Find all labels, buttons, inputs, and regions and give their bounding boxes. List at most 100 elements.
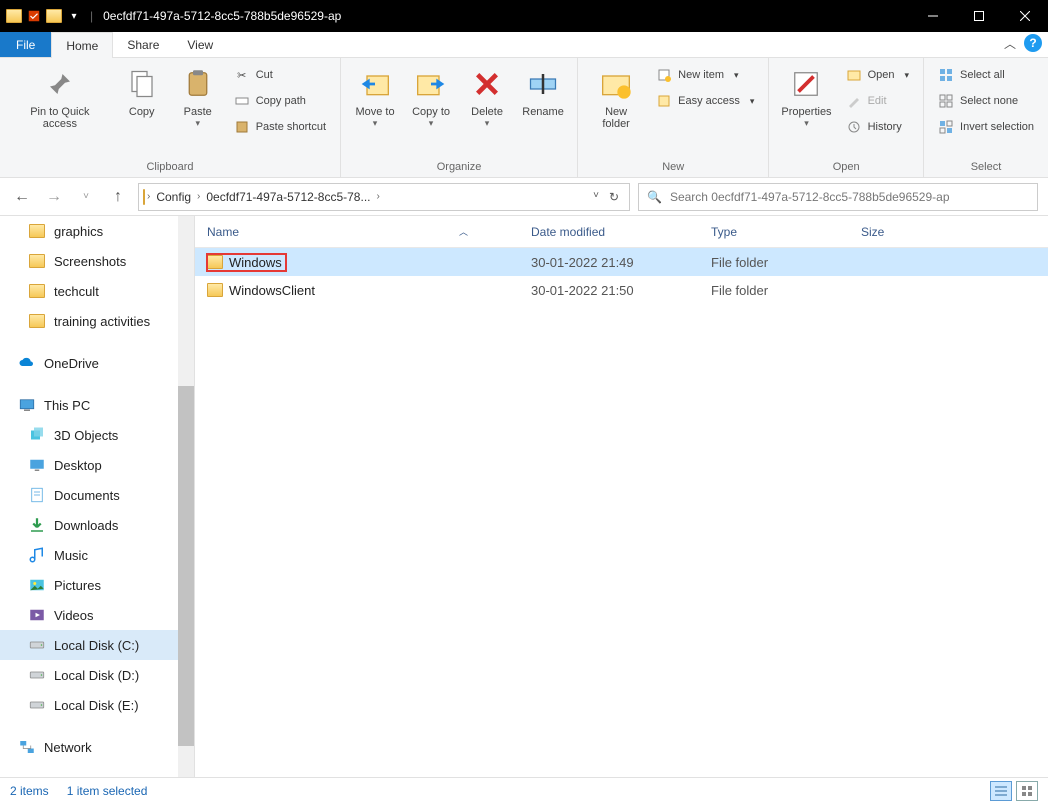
forward-button[interactable]: → [42, 185, 66, 209]
minimize-button[interactable] [910, 0, 956, 32]
breadcrumb[interactable]: › Config › 0ecfdf71-497a-5712-8cc5-78...… [138, 183, 630, 211]
group-label-organize: Organize [347, 159, 571, 175]
sidebar-item-desktop[interactable]: Desktop [0, 450, 194, 480]
cell-name[interactable]: Windows [195, 254, 519, 271]
sidebar-item-local-disk-c-[interactable]: Local Disk (C:) [0, 630, 194, 660]
new-item-icon [656, 67, 672, 83]
folder-icon [28, 222, 46, 240]
properties-button[interactable]: Properties▾ [775, 62, 837, 133]
recent-dropdown[interactable]: ˅ [74, 185, 98, 209]
pictures-icon [28, 576, 46, 594]
group-label-new: New [584, 159, 762, 175]
refresh-icon[interactable]: ↻ [609, 190, 619, 204]
sidebar-item-downloads[interactable]: Downloads [0, 510, 194, 540]
ribbon-group-clipboard: Pin to Quick access Copy Paste ▾ ✂Cut Co… [0, 58, 341, 177]
sidebar-scrollbar[interactable] [178, 216, 194, 777]
rename-button[interactable]: Rename [515, 62, 571, 122]
copy-to-button[interactable]: Copy to▾ [403, 62, 459, 133]
tab-file[interactable]: File [0, 32, 51, 57]
column-header-date[interactable]: Date modified [519, 216, 699, 247]
paste-button[interactable]: Paste ▾ [170, 62, 226, 133]
table-row[interactable]: WindowsClient30-01-2022 21:50File folder [195, 276, 1048, 304]
copy-to-icon [413, 66, 449, 102]
sidebar-item-local-disk-d-[interactable]: Local Disk (D:) [0, 660, 194, 690]
select-none-button[interactable]: Select none [934, 90, 1038, 112]
column-header-type[interactable]: Type [699, 216, 849, 247]
address-dropdown-icon[interactable]: ˅ [593, 190, 599, 204]
sidebar-item-onedrive[interactable]: OneDrive [0, 348, 194, 378]
delete-button[interactable]: Delete▾ [459, 62, 515, 133]
chevron-right-icon[interactable]: › [195, 191, 202, 202]
copy-button[interactable]: Copy [114, 62, 170, 122]
dropdown-icon[interactable]: ▾ [66, 8, 82, 24]
sidebar-item-this-pc[interactable]: This PC [0, 390, 194, 420]
path-icon [234, 93, 250, 109]
select-all-icon [938, 67, 954, 83]
tab-home[interactable]: Home [51, 32, 113, 58]
sidebar-item-documents[interactable]: Documents [0, 480, 194, 510]
large-icons-view-button[interactable] [1016, 781, 1038, 801]
new-item-button[interactable]: New item▾ [652, 64, 758, 86]
column-headers[interactable]: Name︿ Date modified Type Size [195, 216, 1048, 248]
this-pc-icon [18, 396, 36, 414]
sidebar-item-videos[interactable]: Videos [0, 600, 194, 630]
breadcrumb-seg-config[interactable]: Config [152, 190, 195, 204]
cell-date: 30-01-2022 21:50 [519, 283, 699, 298]
sidebar-item-local-disk-e-[interactable]: Local Disk (E:) [0, 690, 194, 720]
sidebar-item-techcult[interactable]: techcult [0, 276, 194, 306]
sidebar-item-network[interactable]: Network [0, 732, 194, 762]
back-button[interactable]: ← [10, 185, 34, 209]
tab-view[interactable]: View [173, 32, 227, 57]
folder-icon [207, 283, 223, 297]
ribbon-group-organize: Move to▾ Copy to▾ Delete▾ Rename Organiz… [341, 58, 578, 177]
history-button[interactable]: History [842, 116, 913, 138]
ribbon: Pin to Quick access Copy Paste ▾ ✂Cut Co… [0, 58, 1048, 178]
column-header-name[interactable]: Name︿ [195, 216, 519, 247]
column-header-size[interactable]: Size [849, 216, 969, 247]
sidebar-item-screenshots[interactable]: Screenshots [0, 246, 194, 276]
open-button[interactable]: Open▾ [842, 64, 913, 86]
select-all-button[interactable]: Select all [934, 64, 1038, 86]
sidebar-item-graphics[interactable]: graphics [0, 216, 194, 246]
move-to-button[interactable]: Move to▾ [347, 62, 403, 133]
chevron-right-icon[interactable]: › [374, 191, 381, 202]
close-button[interactable] [1002, 0, 1048, 32]
collapse-ribbon-icon[interactable]: ︿ [1004, 35, 1016, 52]
status-selected-count: 1 item selected [67, 784, 148, 798]
sidebar-item-music[interactable]: Music [0, 540, 194, 570]
folder-icon [207, 255, 223, 269]
folder-icon [28, 312, 46, 330]
copy-path-button[interactable]: Copy path [230, 90, 330, 112]
cell-name[interactable]: WindowsClient [195, 283, 519, 298]
navigation-pane[interactable]: graphicsScreenshotstechculttraining acti… [0, 216, 195, 777]
tab-share[interactable]: Share [113, 32, 173, 57]
sidebar-item-pictures[interactable]: Pictures [0, 570, 194, 600]
ribbon-group-open: Properties▾ Open▾ Edit History Open [769, 58, 924, 177]
save-icon[interactable] [26, 8, 42, 24]
copy-label: Copy [129, 106, 155, 118]
sidebar-item-training-activities[interactable]: training activities [0, 306, 194, 336]
chevron-right-icon[interactable]: › [145, 191, 152, 202]
maximize-button[interactable] [956, 0, 1002, 32]
new-folder-icon [598, 66, 634, 102]
invert-selection-button[interactable]: Invert selection [934, 116, 1038, 138]
up-button[interactable]: ↑ [106, 185, 130, 209]
disk-icon [28, 636, 46, 654]
move-icon [357, 66, 393, 102]
copy-icon [124, 66, 160, 102]
sidebar-item-3d-objects[interactable]: 3D Objects [0, 420, 194, 450]
edit-button[interactable]: Edit [842, 90, 913, 112]
search-input[interactable]: 🔍 Search 0ecfdf71-497a-5712-8cc5-788b5de… [638, 183, 1038, 211]
open-icon [846, 67, 862, 83]
paste-shortcut-button[interactable]: Paste shortcut [230, 116, 330, 138]
table-row[interactable]: Windows30-01-2022 21:49File folder [195, 248, 1048, 276]
new-folder-button[interactable]: New folder [584, 62, 648, 134]
shortcut-icon [234, 119, 250, 135]
details-view-button[interactable] [990, 781, 1012, 801]
easy-access-button[interactable]: Easy access▾ [652, 90, 758, 112]
cut-button[interactable]: ✂Cut [230, 64, 330, 86]
main-area: graphicsScreenshotstechculttraining acti… [0, 216, 1048, 777]
pin-to-quick-access-button[interactable]: Pin to Quick access [6, 62, 114, 134]
help-icon[interactable]: ? [1024, 34, 1042, 52]
breadcrumb-seg-current[interactable]: 0ecfdf71-497a-5712-8cc5-78... [202, 190, 374, 204]
